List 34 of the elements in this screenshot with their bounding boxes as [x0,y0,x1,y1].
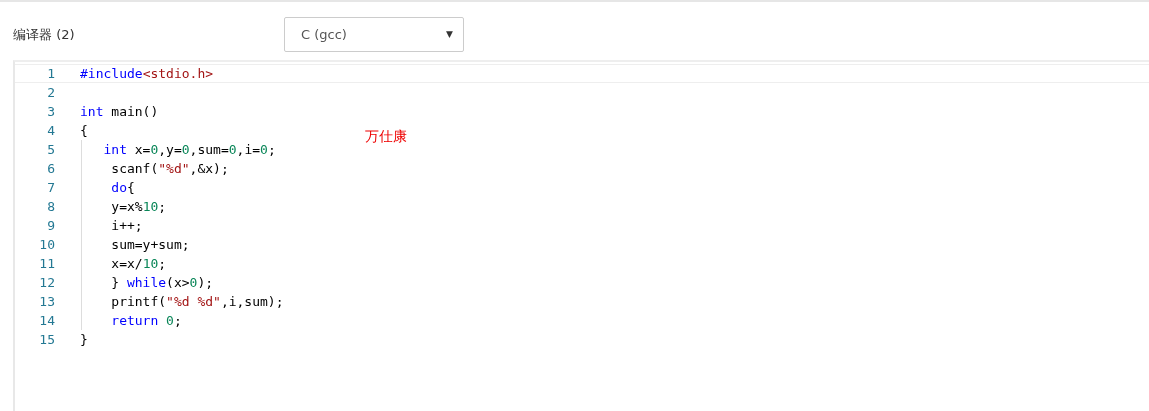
code-line: printf("%d %d",i,sum); [110,293,284,311]
annotation-text: 万仕康 [365,127,407,146]
line-number: 2 [46,84,55,102]
code-line: x=x/10; [110,255,167,273]
line-number: 14 [38,312,55,330]
line-number: 10 [38,236,55,254]
code-line: int x=0,y=0,sum=0,i=0; [102,141,276,159]
code-line: return 0; [110,312,182,330]
code-line: { [80,122,88,140]
compiler-select[interactable]: C (gcc) ▼ [284,17,464,52]
code-line: scanf("%d",&x); [110,160,229,178]
line-number: 4 [46,122,55,140]
line-number: 8 [46,198,55,216]
line-number: 5 [46,141,55,159]
line-number: 1 [46,65,55,82]
line-number: 6 [46,160,55,178]
line-number: 7 [46,179,55,197]
code-line: i++; [110,217,143,235]
code-line: int main() [80,103,159,121]
code-line: } while(x>0); [110,274,214,292]
code-line: do{ [110,179,135,197]
compiler-label: 编译器 (2) [13,25,76,44]
code-line: #include<stdio.h> [80,65,214,82]
code-editor[interactable]: 1 #include<stdio.h> 2 3 int main() 4 { 5 int x=0,y=0,sum=0,i=0; 6 scanf("%d",&x); 7 do{ 8 y=x%10; 9 i++; 10 sum=y+sum; 11 x=x/10; 12 } while(x>0); 13 printf("%d %d",i,sum); 14 return 0; 15 } 万仕康 [13,60,1149,411]
line-number: 9 [46,217,55,235]
caret-icon: ▼ [446,27,453,42]
code-line: } [80,331,88,349]
line-number: 11 [38,255,55,273]
line-number: 12 [38,274,55,292]
line-number: 13 [38,293,55,311]
line-number: 3 [46,103,55,121]
code-line: sum=y+sum; [110,236,190,254]
line-number: 15 [38,331,55,349]
code-line: y=x%10; [110,198,167,216]
